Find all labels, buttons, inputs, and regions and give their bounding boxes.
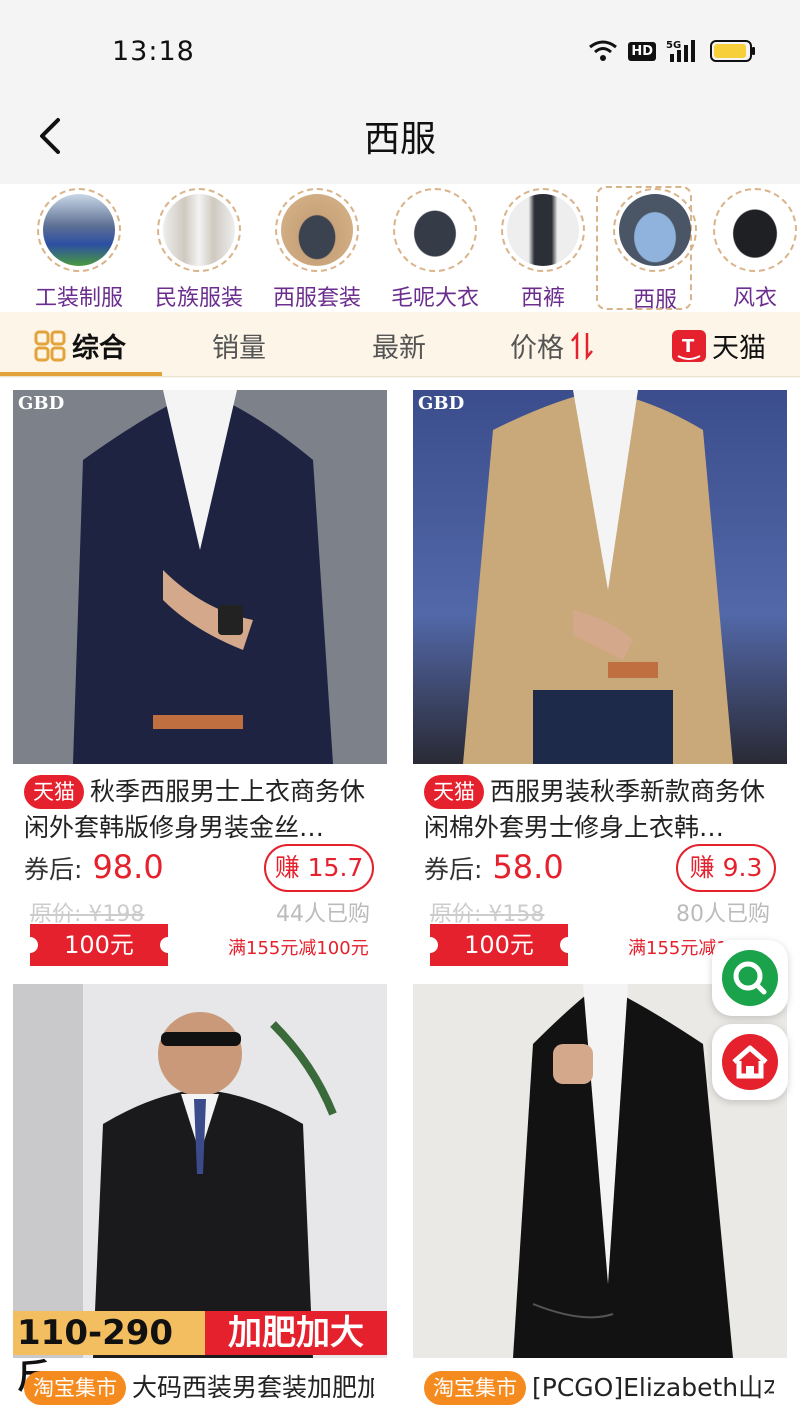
nav-bar: 西服 <box>0 100 800 184</box>
category-item-trench[interactable]: 风衣 <box>700 184 800 312</box>
tmall-badge: 天猫 <box>424 775 484 809</box>
sort-tmall-label: 天猫 <box>712 333 766 364</box>
plus-size-label: 加肥加大 <box>205 1311 387 1355</box>
coupon-tag: 100元 <box>422 924 576 966</box>
weight-range: 110-290斤 <box>13 1311 205 1397</box>
category-thumb <box>393 188 477 272</box>
hd-icon: HD <box>628 41 656 61</box>
category-label: 毛呢大衣 <box>390 286 479 311</box>
price-value: 58.0 <box>492 848 564 886</box>
price-value: 98.0 <box>92 848 164 886</box>
category-item-suit[interactable]: 西服 <box>596 184 710 312</box>
sort-arrows-icon <box>571 331 593 360</box>
earn-badge: 赚 9.3 <box>676 844 776 892</box>
price-row: 券后: 58.0 <box>424 848 564 886</box>
product-title-text: [PCGO]Elizabeth山本耀司风男神多纹廓形薄款 <box>532 1373 774 1402</box>
promo-text: 满155元减100元 <box>228 938 369 959</box>
product-title: 淘宝集市[PCGO]Elizabeth山本耀司风男神多纹廓形薄款 <box>424 1370 774 1406</box>
brand-mark: GBD <box>18 393 65 414</box>
product-image[interactable]: GBD <box>13 390 387 764</box>
category-item-trousers[interactable]: 西裤 <box>488 184 598 312</box>
coupon-tag: 100元 <box>22 924 176 966</box>
tmall-badge: 天猫 <box>24 775 84 809</box>
svg-text:5G: 5G <box>666 40 681 51</box>
product-image[interactable]: GBD <box>413 390 787 764</box>
category-label: 西裤 <box>520 286 565 311</box>
product-title-text: 大码西装男套装加肥加大胖子商务正装西服外 <box>132 1373 374 1402</box>
sort-comprehensive[interactable]: 综合 <box>34 326 126 365</box>
sort-comprehensive-label: 综合 <box>72 333 126 364</box>
product-photo <box>13 984 387 1358</box>
home-icon <box>722 1034 778 1090</box>
floating-search-button[interactable] <box>712 940 788 1016</box>
sort-newest[interactable]: 最新 <box>372 326 426 365</box>
category-item-wool-coat[interactable]: 毛呢大衣 <box>380 184 490 312</box>
category-thumb <box>501 188 585 272</box>
sort-price-label: 价格 <box>510 333 564 364</box>
sort-bar: 综合 销量 最新 价格 T 天猫 <box>0 312 800 377</box>
product-image[interactable] <box>13 984 387 1358</box>
product-card[interactable]: GBD 天猫 西服男装秋季新款商务休闲棉外套男士修身上衣韩… 券后: 58.0 赚 … <box>400 378 800 974</box>
category-item-uniform[interactable]: 工装制服 <box>24 184 134 312</box>
category-thumb <box>613 188 697 272</box>
brand-mark: GBD <box>418 393 465 414</box>
category-label: 民族服装 <box>154 286 243 311</box>
price-row: 券后: 98.0 <box>24 848 164 886</box>
product-card[interactable]: GBD 天猫 秋季西服男士上衣商务休闲外套韩版修身男装金丝… 券后: 98.0 赚 … <box>0 378 400 974</box>
product-photo <box>13 390 387 764</box>
search-icon <box>722 950 778 1006</box>
category-thumb <box>157 188 241 272</box>
sold-count: 80人已购 <box>676 902 770 927</box>
category-label: 风衣 <box>732 286 777 311</box>
taobao-market-badge: 淘宝集市 <box>424 1371 526 1405</box>
page-title: 西服 <box>363 119 436 160</box>
category-label: 工装制服 <box>34 286 123 311</box>
status-bar: 13:18 HD 5G <box>0 0 800 100</box>
floating-home-button[interactable] <box>712 1024 788 1100</box>
category-item-ethnic[interactable]: 民族服装 <box>144 184 254 312</box>
category-thumb <box>713 188 797 272</box>
tmall-logo-icon: T <box>672 329 706 362</box>
sold-count: 44人已购 <box>276 902 370 927</box>
sort-tmall[interactable]: T 天猫 <box>672 326 766 365</box>
sort-sales-label: 销量 <box>212 333 266 364</box>
sort-newest-label: 最新 <box>372 333 426 364</box>
category-item-suit-set[interactable]: 西服套装 <box>262 184 372 312</box>
earn-badge: 赚 15.7 <box>264 844 374 892</box>
active-tab-underline <box>0 372 162 376</box>
product-card[interactable]: 110-290斤 加肥加大 淘宝集市大码西装男套装加肥加大胖子商务正装西服外 <box>0 974 400 1423</box>
after-coupon-label: 券后: <box>424 855 483 884</box>
category-thumb <box>37 188 121 272</box>
status-icons: HD 5G <box>588 38 755 64</box>
product-title: 淘宝集市大码西装男套装加肥加大胖子商务正装西服外 <box>24 1370 374 1406</box>
wifi-icon <box>589 40 618 61</box>
sort-price[interactable]: 价格 <box>510 326 594 365</box>
category-strip: 工装制服 民族服装 西服套装 毛呢大衣 西裤 西服 风衣 <box>0 184 800 312</box>
product-title: 天猫 西服男装秋季新款商务休闲棉外套男士修身上衣韩… <box>424 774 774 846</box>
sort-sales[interactable]: 销量 <box>212 326 266 365</box>
svg-text:T: T <box>682 336 695 357</box>
category-thumb <box>275 188 359 272</box>
after-coupon-label: 券后: <box>24 855 83 884</box>
taobao-market-badge: 淘宝集市 <box>24 1371 126 1405</box>
battery-icon <box>710 40 755 62</box>
status-time: 13:18 <box>112 36 195 67</box>
signal-icon: 5G <box>666 40 695 62</box>
category-label: 西服套装 <box>272 286 361 311</box>
product-title: 天猫 秋季西服男士上衣商务休闲外套韩版修身男装金丝… <box>24 774 374 846</box>
grid-icon <box>34 330 66 361</box>
weight-banner: 110-290斤 加肥加大 <box>13 1311 387 1397</box>
product-photo <box>413 390 787 764</box>
